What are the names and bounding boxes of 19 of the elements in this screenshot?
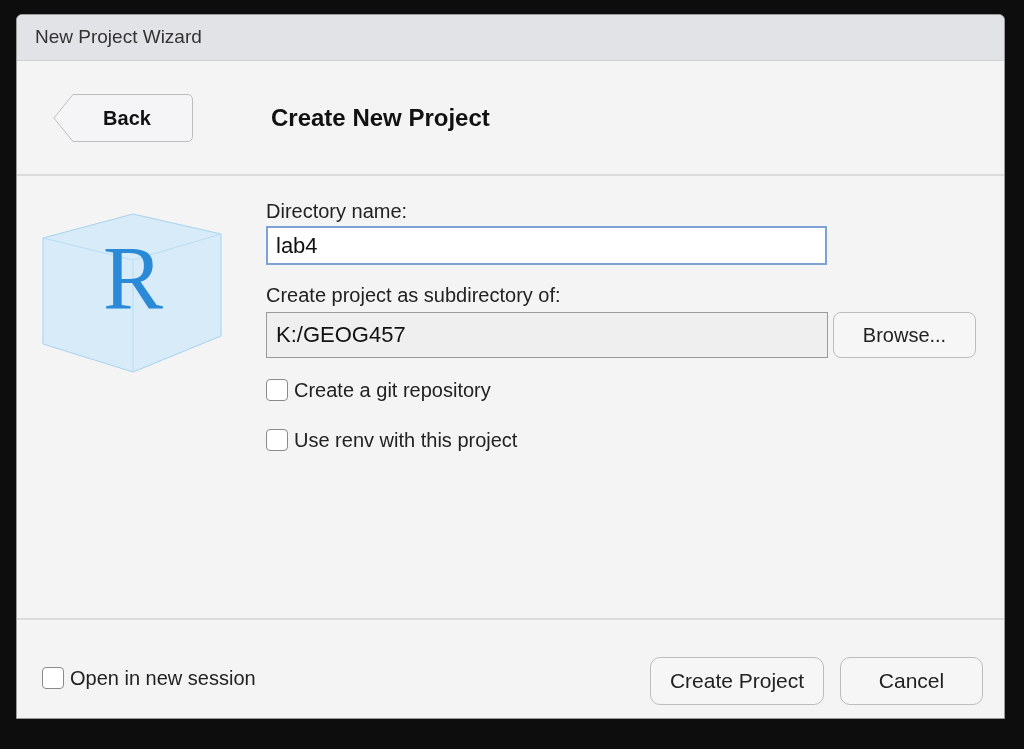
checkbox-label: Create a git repository — [294, 378, 491, 403]
checkbox[interactable] — [42, 667, 64, 689]
checkbox[interactable] — [266, 379, 288, 401]
back-button[interactable]: Back — [53, 93, 193, 142]
page-title: Create New Project — [271, 102, 490, 133]
directory-path-field[interactable]: K:/GEOG457 — [266, 312, 828, 358]
create-project-button[interactable]: Create Project — [650, 657, 824, 705]
browse-button[interactable]: Browse... — [833, 312, 976, 358]
checkbox-row[interactable]: Use renv with this project — [266, 425, 976, 455]
checkbox-row[interactable]: Create a git repository — [266, 375, 976, 405]
checkbox[interactable] — [266, 429, 288, 451]
checkbox-row[interactable]: Open in new session — [42, 663, 256, 693]
checkbox-label: Open in new session — [70, 666, 256, 691]
directory-name-field[interactable]: lab4 — [266, 226, 827, 265]
cancel-button[interactable]: Cancel — [840, 657, 983, 705]
field-label: Create project as subdirectory of: — [266, 283, 562, 308]
checkbox-label: Use renv with this project — [294, 428, 518, 453]
field-label: Directory name: — [266, 199, 409, 224]
window-title: New Project Wizard — [35, 25, 202, 50]
